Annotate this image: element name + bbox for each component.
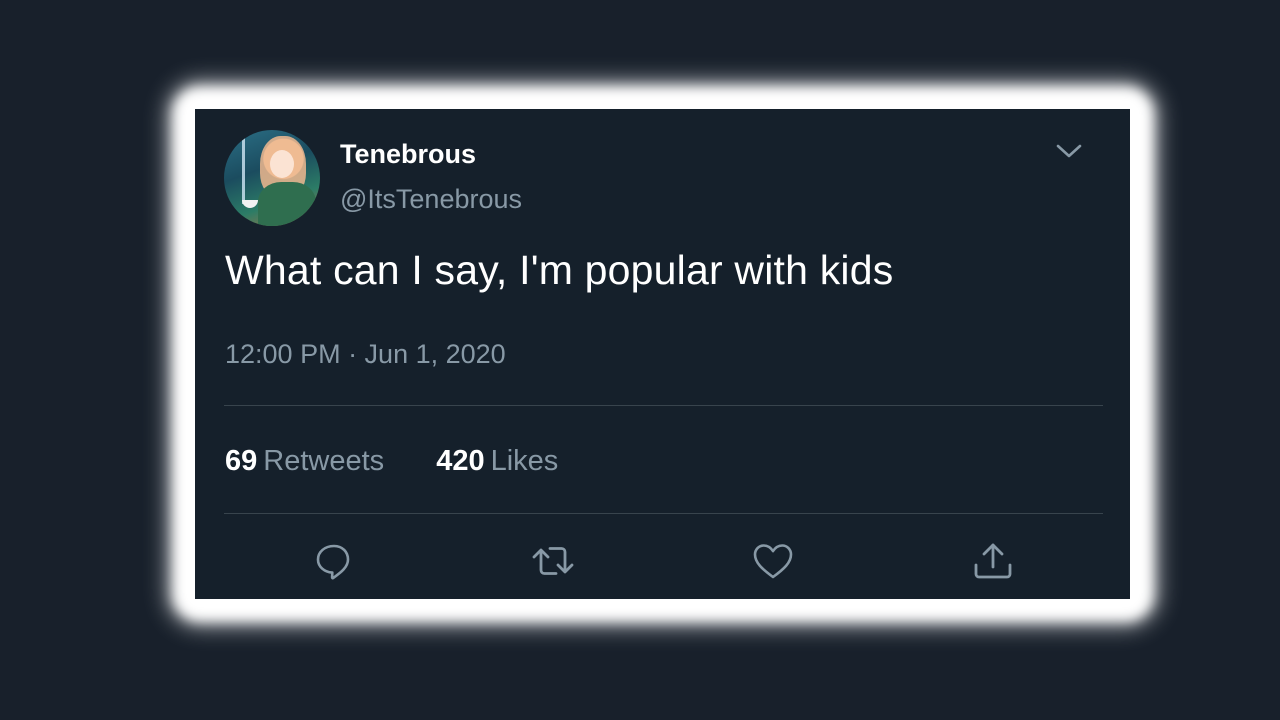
share-button[interactable]: [969, 537, 1017, 585]
avatar-window-detail: [242, 134, 245, 204]
display-name[interactable]: Tenebrous: [340, 139, 476, 170]
tweet-timestamp[interactable]: 12:00 PM · Jun 1, 2020: [225, 339, 506, 370]
retweets-stat[interactable]: 69 Retweets: [225, 445, 384, 478]
retweet-button[interactable]: [529, 537, 577, 585]
reply-icon: [316, 544, 350, 580]
retweets-label: Retweets: [263, 445, 385, 477]
like-icon: [753, 544, 793, 579]
user-handle[interactable]: @ItsTenebrous: [340, 184, 522, 215]
avatar[interactable]: [224, 130, 320, 226]
like-button[interactable]: [749, 537, 797, 585]
likes-count: 420: [436, 445, 485, 477]
divider: [224, 513, 1103, 514]
divider: [224, 405, 1103, 406]
retweets-count: 69: [225, 445, 258, 477]
avatar-face-detail: [270, 150, 294, 178]
share-icon: [974, 543, 1012, 579]
likes-label: Likes: [490, 445, 559, 477]
avatar-body-detail: [258, 182, 316, 226]
reply-button[interactable]: [310, 537, 358, 585]
avatar-cup-detail: [242, 200, 258, 208]
stage: Tenebrous @ItsTenebrous What can I say, …: [0, 0, 1280, 720]
likes-stat[interactable]: 420 Likes: [436, 445, 558, 478]
retweet-icon: [532, 547, 574, 575]
tweet-card: Tenebrous @ItsTenebrous What can I say, …: [195, 109, 1130, 599]
tweet-stats: 69 Retweets 420 Likes: [225, 445, 602, 478]
chevron-down-icon[interactable]: [1053, 139, 1085, 163]
tweet-text: What can I say, I'm popular with kids: [225, 247, 894, 293]
